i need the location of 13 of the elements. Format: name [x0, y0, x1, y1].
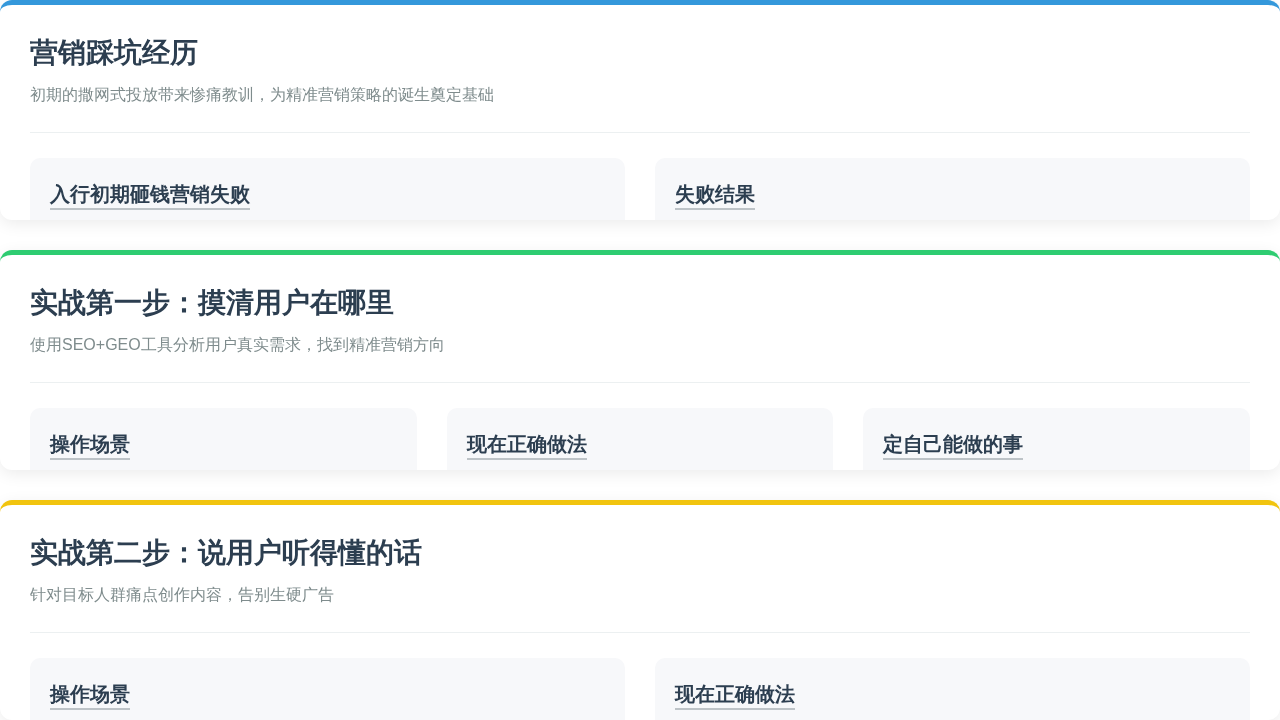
section-subtitle: 初期的撒网式投放带来惨痛教训，为精准营销策略的诞生奠定基础: [30, 85, 495, 105]
panel-heading: 操作场景: [50, 678, 130, 710]
panel-heading: 现在正确做法: [466, 428, 587, 460]
panel-heading: 现在正确做法: [675, 678, 795, 710]
section-title: 实战第一步：摸清用户在哪里: [30, 286, 395, 320]
section-title: 营销踩坑经历: [30, 36, 199, 70]
panel-heading: 失败结果: [675, 178, 755, 210]
section-title: 实战第二步：说用户听得懂的话: [30, 536, 423, 570]
panel-heading: 定自己能做的事: [883, 428, 1024, 460]
section-subtitle: 使用SEO+GEO工具分析用户真实需求，找到精准营销方向: [30, 335, 446, 355]
panel-heading: 入行初期砸钱营销失败: [50, 178, 250, 210]
panel-heading: 操作场景: [50, 428, 130, 460]
section-subtitle: 针对目标人群痛点创作内容，告别生硬广告: [30, 585, 335, 605]
